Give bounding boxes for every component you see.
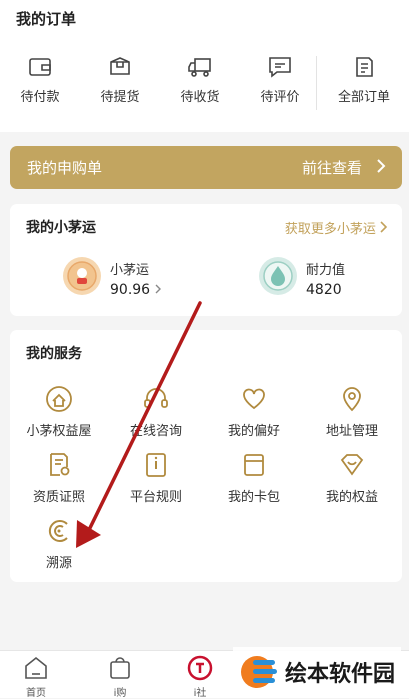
service-label: 溯源 xyxy=(45,556,72,571)
service-label: 我的偏好 xyxy=(227,424,280,439)
service-label: 资质证照 xyxy=(32,490,85,505)
order-pending-review-label: 待评价 xyxy=(260,90,300,105)
trace-icon xyxy=(11,516,107,546)
chevron-right-icon xyxy=(376,158,386,177)
stamina-value: 4820 xyxy=(306,281,342,298)
tab-community[interactable]: i社 xyxy=(170,655,230,699)
headset-icon xyxy=(108,384,204,414)
order-pending-pickup-label: 待提货 xyxy=(100,90,140,105)
community-icon xyxy=(187,655,213,681)
stamina-stat[interactable]: 耐力值 4820 xyxy=(258,256,345,300)
order-pending-payment-label: 待付款 xyxy=(20,90,60,105)
watermark: 绘本软件园 xyxy=(232,647,401,697)
certificate-icon xyxy=(11,450,107,480)
location-pin-icon xyxy=(304,384,400,414)
home-icon xyxy=(25,656,47,679)
stamina-label: 耐力值 xyxy=(306,262,346,278)
benefit-icon xyxy=(304,450,400,480)
luck-more-label: 获取更多小茅运 xyxy=(284,222,376,237)
house-icon xyxy=(11,384,107,414)
orders-divider xyxy=(316,56,317,110)
luck-coin-icon xyxy=(62,256,102,300)
order-pending-receipt-label: 待收货 xyxy=(180,90,220,105)
tab-shop[interactable]: i购 xyxy=(90,655,150,699)
service-item[interactable]: 在线咨询 xyxy=(108,384,204,439)
card-icon xyxy=(206,450,302,480)
chevron-right-icon xyxy=(380,221,388,237)
orders-title: 我的订单 xyxy=(16,10,77,28)
service-label: 我的卡包 xyxy=(227,490,280,505)
apply-label: 我的申购单 xyxy=(27,159,103,177)
service-item[interactable]: 资质证照 xyxy=(11,450,107,505)
order-pending-payment[interactable]: 待付款 xyxy=(0,54,80,105)
shopping-bag-icon xyxy=(110,657,130,679)
luck-card: 我的小茅运 获取更多小茅运 小茅运 90.96 耐力值 4820 xyxy=(10,204,402,316)
order-pending-review[interactable]: 待评价 xyxy=(240,54,320,105)
order-all[interactable]: 全部订单 xyxy=(324,54,404,105)
watermark-text: 绘本软件园 xyxy=(284,662,395,687)
tab-home[interactable]: 首页 xyxy=(6,655,66,699)
service-item[interactable]: 平台规则 xyxy=(108,450,204,505)
service-label: 在线咨询 xyxy=(129,424,182,439)
service-item[interactable]: 地址管理 xyxy=(304,384,400,439)
service-item[interactable]: 我的卡包 xyxy=(206,450,302,505)
luck-more-link[interactable]: 获取更多小茅运 xyxy=(285,218,388,237)
luck-title: 我的小茅运 xyxy=(26,220,96,236)
package-icon xyxy=(80,54,160,80)
truck-icon xyxy=(160,54,240,80)
services-card: 我的服务 小茅权益屋 在线咨询 我的偏好 地址管理 资质证照 平台规则 我的卡包… xyxy=(10,330,402,582)
service-label: 我的权益 xyxy=(325,490,378,505)
service-label: 地址管理 xyxy=(325,424,378,439)
luck-stat[interactable]: 小茅运 90.96 xyxy=(62,256,162,300)
apply-banner[interactable]: 我的申购单 前往查看 xyxy=(10,146,402,189)
apply-action: 前往查看 xyxy=(301,159,362,177)
service-label: 小茅权益屋 xyxy=(26,424,92,439)
luck-label: 小茅运 xyxy=(110,262,150,278)
luck-value: 90.96 xyxy=(110,281,151,298)
service-item[interactable]: 小茅权益屋 xyxy=(11,384,107,439)
chevron-right-icon xyxy=(155,282,162,298)
orders-section: 我的订单 待付款 待提货 待收货 待评价 全部订单 xyxy=(0,0,409,132)
heart-icon xyxy=(206,384,302,414)
service-item[interactable]: 我的权益 xyxy=(304,450,400,505)
order-list-icon xyxy=(324,54,404,80)
rules-icon xyxy=(108,450,204,480)
order-all-label: 全部订单 xyxy=(337,90,390,105)
water-drop-icon xyxy=(258,256,298,300)
order-pending-receipt[interactable]: 待收货 xyxy=(160,54,240,105)
service-item[interactable]: 溯源 xyxy=(11,516,107,571)
services-title: 我的服务 xyxy=(26,346,82,362)
comment-icon xyxy=(240,54,320,80)
order-pending-pickup[interactable]: 待提货 xyxy=(80,54,160,105)
service-label: 平台规则 xyxy=(129,490,182,505)
wallet-icon xyxy=(0,54,80,80)
service-item[interactable]: 我的偏好 xyxy=(206,384,302,439)
watermark-logo-icon xyxy=(240,656,277,688)
